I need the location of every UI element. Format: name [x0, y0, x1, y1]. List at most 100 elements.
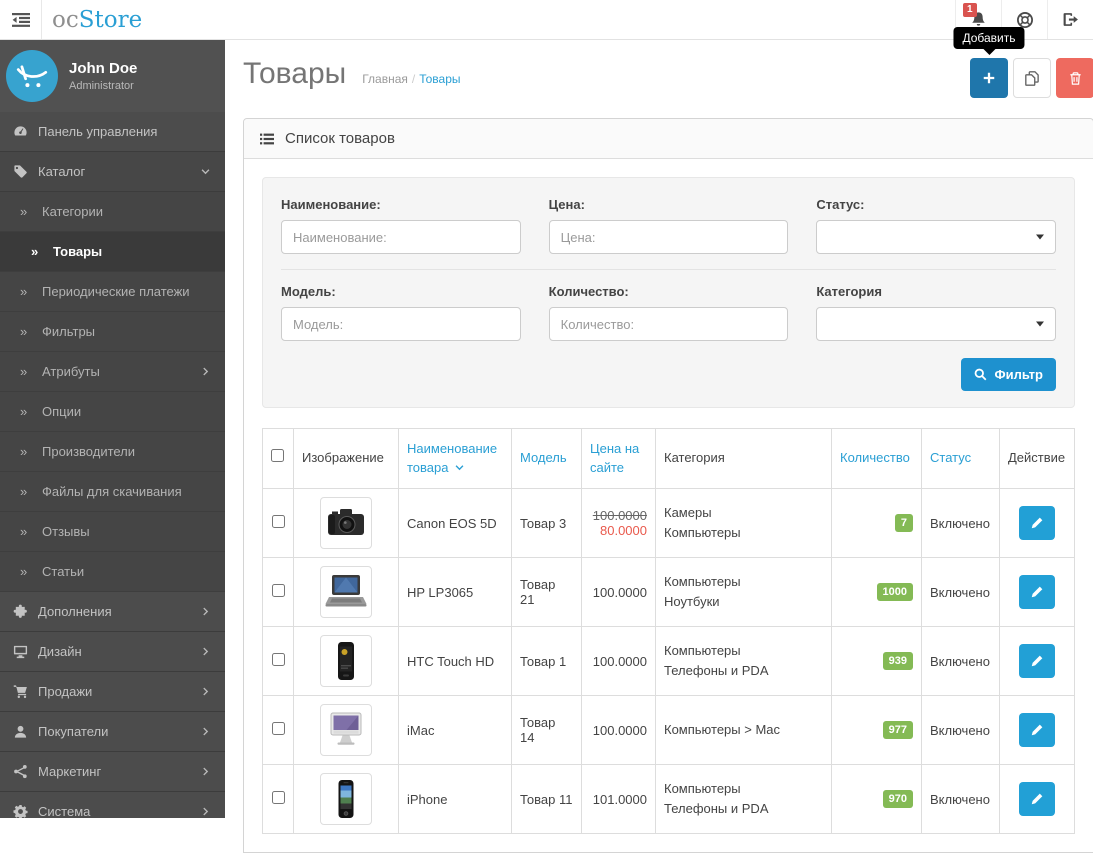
filter-price-label: Цена:: [548, 197, 585, 212]
column-model-sort[interactable]: Модель: [511, 428, 582, 489]
filter-button[interactable]: Фильтр: [961, 358, 1056, 391]
edit-product-button[interactable]: [1019, 506, 1055, 540]
sidebar-item-articles[interactable]: » Статьи: [0, 552, 225, 592]
product-list-panel: Список товаров Наименование: Цена:: [243, 118, 1093, 853]
cart-icon: [12, 684, 28, 699]
chevron-down-icon: [454, 462, 465, 473]
sidebar-item-filters[interactable]: » Фильтры: [0, 312, 225, 352]
add-product-button[interactable]: [970, 58, 1008, 98]
sidebar-item-marketing[interactable]: Маркетинг: [0, 752, 225, 792]
edit-product-button[interactable]: [1019, 713, 1055, 747]
column-status-sort[interactable]: Статус: [921, 428, 1000, 489]
double-angle-right-icon: »: [20, 364, 28, 379]
table-row: iMac Товар 14 100.0000 Компьютеры > Mac 977 В…: [262, 695, 1075, 765]
chevron-right-icon: [200, 646, 211, 657]
sidebar-item-customers[interactable]: Покупатели: [0, 712, 225, 752]
sign-out-icon: [1062, 11, 1079, 28]
pencil-icon: [1030, 516, 1044, 530]
sidebar-item-sales[interactable]: Продажи: [0, 672, 225, 712]
double-angle-right-icon: »: [20, 284, 28, 299]
edit-product-button[interactable]: [1019, 575, 1055, 609]
panel-heading: Список товаров: [244, 119, 1093, 159]
sidebar-item-reviews[interactable]: » Отзывы: [0, 512, 225, 552]
sidebar-item-extensions[interactable]: Дополнения: [0, 592, 225, 632]
sidebar-item-label: Периодические платежи: [42, 284, 190, 299]
category: Телефоны и PDA: [664, 663, 769, 678]
sidebar-item-label: Опции: [42, 404, 82, 419]
row-checkbox[interactable]: [271, 653, 285, 666]
sidebar-item-downloads[interactable]: » Файлы для скачивания: [0, 472, 225, 512]
pencil-icon: [1030, 585, 1044, 599]
category: Компьютеры: [664, 780, 741, 796]
double-angle-right-icon: »: [20, 324, 28, 339]
breadcrumb: Главная / Товары: [362, 72, 460, 86]
row-checkbox[interactable]: [271, 515, 285, 528]
edit-product-button[interactable]: [1019, 782, 1055, 816]
user-icon: [12, 724, 28, 739]
product-status: Включено: [930, 653, 990, 669]
sidebar-item-categories[interactable]: » Категории: [0, 192, 225, 232]
row-checkbox[interactable]: [271, 791, 285, 804]
outdent-icon: [11, 12, 30, 27]
pencil-icon: [1030, 654, 1044, 668]
sidebar-item-label: Панель управления: [38, 124, 158, 139]
copy-product-button[interactable]: [1013, 58, 1051, 98]
sidebar-item-products[interactable]: » Товары: [0, 232, 225, 272]
delete-product-button[interactable]: [1056, 58, 1093, 98]
iphone-thumbnail: [320, 773, 372, 825]
sidebar-item-label: Файлы для скачивания: [42, 484, 182, 499]
sidebar-item-manufacturers[interactable]: » Производители: [0, 432, 225, 472]
filter-status-select[interactable]: [816, 220, 1056, 254]
sidebar-item-label: Дополнения: [38, 604, 112, 619]
sidebar-item-options[interactable]: » Опции: [0, 392, 225, 432]
special-price: 80.0000: [600, 523, 647, 538]
copy-icon: [1024, 70, 1041, 87]
row-checkbox[interactable]: [271, 722, 285, 735]
monitor-icon: [12, 644, 28, 659]
pencil-icon: [1030, 792, 1044, 806]
avatar: [6, 50, 58, 102]
sidebar-item-design[interactable]: Дизайн: [0, 632, 225, 672]
breadcrumb-current[interactable]: Товары: [419, 72, 460, 86]
price: 100.0000: [592, 584, 647, 600]
product-model: Товар 3: [520, 515, 567, 531]
filter-category-select[interactable]: [816, 307, 1056, 341]
sidebar-item-dashboard[interactable]: Панель управления: [0, 112, 225, 152]
sidebar-item-attributes[interactable]: » Атрибуты: [0, 352, 225, 392]
column-price-sort[interactable]: Цена на сайте: [581, 428, 656, 489]
double-angle-right-icon: »: [20, 444, 28, 459]
sidebar-item-label: Фильтры: [42, 324, 96, 339]
filter-status-label: Статус:: [816, 197, 865, 212]
sidebar-item-catalog[interactable]: Каталог: [0, 152, 225, 192]
product-name: iMac: [407, 722, 435, 738]
old-price: 100.0000: [592, 508, 647, 523]
filter-category-label: Категория: [816, 284, 882, 299]
phone-htc-thumbnail: [320, 635, 372, 687]
add-tooltip: Добавить: [953, 27, 1025, 49]
chevron-right-icon: [200, 606, 211, 617]
filter-quantity-input[interactable]: [548, 307, 789, 341]
sidebar-toggle-button[interactable]: [0, 0, 42, 39]
filter-name-input[interactable]: [281, 220, 521, 254]
filter-model-input[interactable]: [281, 307, 521, 341]
sidebar-item-label: Покупатели: [38, 724, 109, 739]
quantity-badge: 1000: [876, 583, 913, 601]
double-angle-right-icon: »: [20, 404, 28, 419]
column-quantity-sort[interactable]: Количество: [831, 428, 922, 489]
product-name: iPhone: [407, 791, 448, 807]
sidebar-item-recurring-payments[interactable]: » Периодические платежи: [0, 272, 225, 312]
user-profile: John Doe Administrator: [0, 40, 225, 112]
row-checkbox[interactable]: [271, 584, 285, 597]
laptop-thumbnail: [320, 566, 372, 618]
logout-button[interactable]: [1047, 0, 1093, 39]
chevron-down-icon: [200, 166, 211, 177]
sidebar-item-system[interactable]: Система: [0, 792, 225, 818]
tags-icon: [12, 164, 28, 179]
double-angle-right-icon: »: [20, 564, 28, 579]
breadcrumb-home[interactable]: Главная: [362, 72, 408, 86]
edit-product-button[interactable]: [1019, 644, 1055, 678]
column-name-sort[interactable]: Наименование товара: [398, 428, 512, 489]
select-all-checkbox[interactable]: [271, 449, 284, 463]
ocstore-logo[interactable]: oc Store: [42, 0, 152, 39]
filter-price-input[interactable]: [548, 220, 789, 254]
